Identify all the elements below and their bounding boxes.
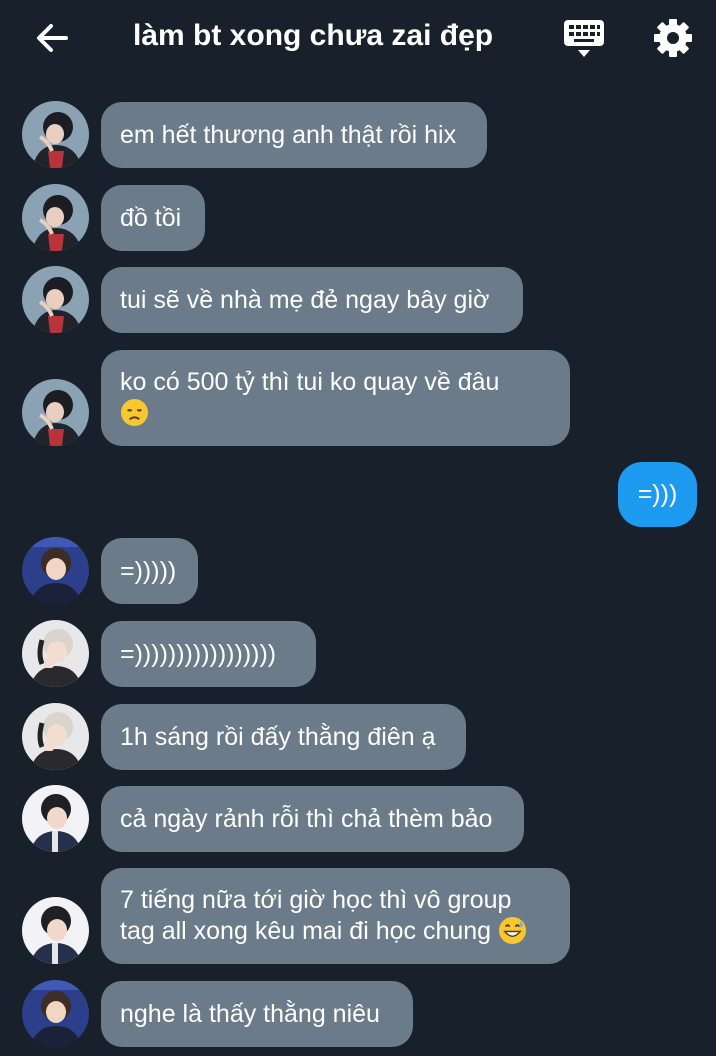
message-text-line-2: tag all xong kêu mai đi học chung xyxy=(120,917,492,945)
message-bubble[interactable]: nghe là thấy thằng niêu xyxy=(101,981,413,1047)
disappointed-face-emoji xyxy=(120,398,149,427)
message-text: tui sẽ về nhà mẹ đẻ ngay bây giờ xyxy=(120,285,490,314)
message-text: 1h sáng rồi đấy thằng điên ạ xyxy=(120,722,436,751)
avatar[interactable] xyxy=(22,537,89,604)
avatar[interactable] xyxy=(22,184,89,251)
avatar[interactable] xyxy=(22,980,89,1047)
keyboard-icon[interactable] xyxy=(561,16,607,60)
gear-icon[interactable] xyxy=(652,17,694,59)
avatar[interactable] xyxy=(22,897,89,964)
message-bubble[interactable]: 1h sáng rồi đấy thằng điên ạ xyxy=(101,704,466,770)
avatar[interactable] xyxy=(22,703,89,770)
avatar[interactable] xyxy=(22,266,89,333)
message-bubble[interactable]: tui sẽ về nhà mẹ đẻ ngay bây giờ xyxy=(101,267,523,333)
message-bubble[interactable]: =))))))))))))))))) xyxy=(101,621,316,687)
outgoing-message-bubble[interactable]: =))) xyxy=(618,462,697,527)
chat-header: làm bt xong chưa zai đẹp xyxy=(0,0,716,76)
message-text-line-1: 7 tiếng nữa tới giờ học thì vô group xyxy=(120,886,512,914)
grinning-sweat-emoji xyxy=(498,916,527,945)
message-text: cả ngày rảnh rỗi thì chả thèm bảo xyxy=(120,804,493,833)
arrow-left-icon[interactable] xyxy=(32,18,72,58)
message-text: nghe là thấy thằng niêu xyxy=(120,999,380,1028)
avatar[interactable] xyxy=(22,620,89,687)
message-bubble[interactable]: 7 tiếng nữa tới giờ học thì vô group tag… xyxy=(101,868,570,964)
avatar[interactable] xyxy=(22,379,89,446)
message-bubble[interactable]: =))))) xyxy=(101,538,198,604)
avatar[interactable] xyxy=(22,785,89,852)
message-text: đồ tồi xyxy=(120,203,182,232)
message-bubble[interactable]: đồ tồi xyxy=(101,185,205,251)
message-text: =))) xyxy=(637,480,678,508)
message-text: =))))))))))))))))) xyxy=(120,639,277,668)
avatar[interactable] xyxy=(22,101,89,168)
message-bubble[interactable]: em hết thương anh thật rồi hix xyxy=(101,102,487,168)
message-text: =))))) xyxy=(120,556,177,585)
message-text: em hết thương anh thật rồi hix xyxy=(120,120,457,149)
message-text: ko có 500 tỷ thì tui ko quay về đâu xyxy=(120,368,500,396)
chat-title: làm bt xong chưa zai đẹp xyxy=(133,19,494,52)
message-bubble[interactable]: ko có 500 tỷ thì tui ko quay về đâu xyxy=(101,350,570,446)
message-bubble[interactable]: cả ngày rảnh rỗi thì chả thèm bảo xyxy=(101,786,524,852)
